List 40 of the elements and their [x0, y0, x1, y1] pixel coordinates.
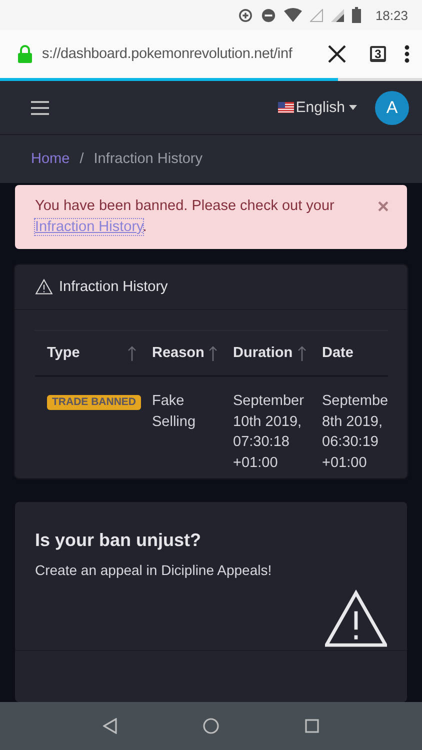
column-header[interactable]: Date — [310, 330, 388, 376]
breadcrumb-link[interactable]: Home — [31, 151, 70, 167]
card-title: Infraction History — [59, 279, 168, 295]
language-dropdown[interactable]: English — [296, 99, 345, 116]
recents-icon[interactable] — [305, 719, 319, 733]
breadcrumb-current: Infraction History — [94, 151, 203, 167]
lock-icon — [18, 45, 32, 63]
breadcrumb-separator: / — [80, 151, 84, 167]
appeal-title: Is your ban unjust? — [35, 529, 202, 550]
column-header[interactable]: Type — [35, 330, 140, 376]
table-cell: September 10th 2019, 07:30:18 +01:00 — [233, 393, 304, 470]
menu-icon[interactable] — [31, 100, 49, 114]
appeal-text: Create an appeal in Dicipline Appeals! — [35, 562, 273, 578]
sort-arrow-icon[interactable] — [128, 346, 136, 360]
sort-arrow-icon[interactable] — [298, 346, 306, 360]
clock-time: 18:23 — [375, 8, 408, 22]
caret-icon — [349, 105, 357, 110]
column-header[interactable]: Duration — [221, 330, 310, 376]
signal-icon — [310, 8, 324, 22]
ban-message: You have been banned. Please check out your Infraction History. — [35, 197, 336, 237]
warning-icon — [325, 588, 387, 650]
sort-arrow-icon[interactable] — [209, 346, 217, 360]
table-cell: Septembe 8th 2019, 06:30:19 +01:00 — [322, 393, 388, 470]
tab-count-button[interactable]: 3 — [370, 46, 386, 62]
column-header[interactable]: Reason — [140, 330, 221, 376]
data-saver-icon — [238, 8, 254, 22]
more-icon[interactable] — [404, 45, 410, 63]
address-field[interactable]: s://dashboard.pokemonrevolution.net/inf — [42, 46, 318, 62]
warning-icon — [35, 278, 53, 296]
avatar-button[interactable]: A — [375, 90, 409, 124]
type-badge: TRADE BANNED — [47, 395, 141, 410]
table-cell: Fake Selling — [152, 393, 196, 430]
home-icon[interactable] — [203, 718, 219, 734]
do-not-disturb-icon — [261, 8, 276, 22]
back-icon[interactable] — [103, 718, 117, 734]
wifi-icon — [284, 8, 302, 22]
flag-icon — [278, 102, 294, 113]
battery-icon — [352, 7, 362, 23]
signal-icon — [331, 8, 344, 22]
close-icon[interactable] — [328, 45, 346, 63]
